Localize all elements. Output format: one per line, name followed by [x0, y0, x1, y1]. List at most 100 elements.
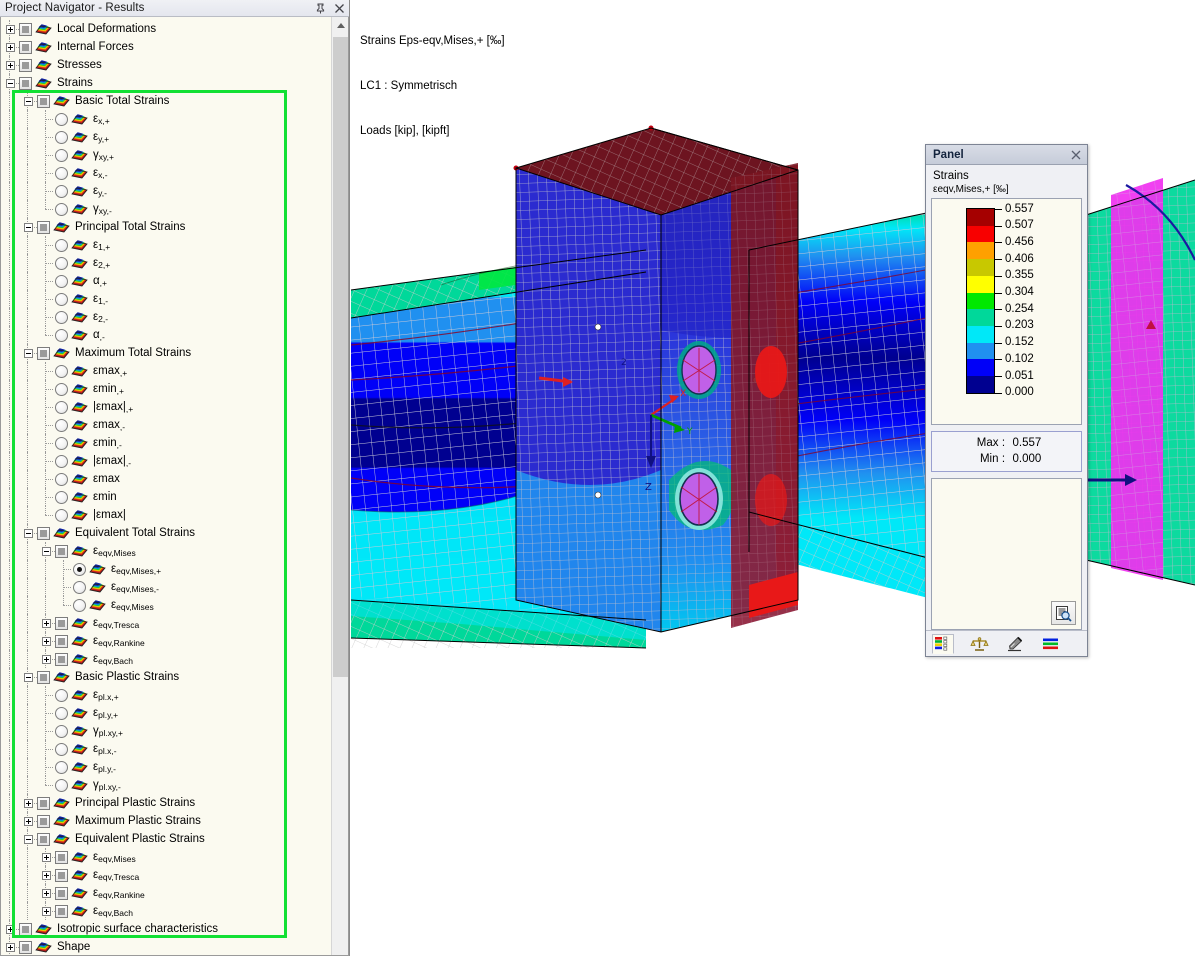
tree-item-eps-x-minus[interactable]: εx,-	[1, 164, 331, 182]
tree-item-eqv-tresca[interactable]: εeqv,Tresca	[1, 614, 331, 632]
tree-item-eqv-mises-minus[interactable]: εeqv,Mises,-	[1, 578, 331, 596]
tree-checkbox-local-deformations[interactable]	[19, 23, 32, 36]
tree-checkbox-pl-eqv-rankine[interactable]	[55, 887, 68, 900]
tree-radio-eps-max-minus[interactable]	[55, 419, 68, 432]
tree-checkbox-principal-plastic-strains[interactable]	[37, 797, 50, 810]
tree-checkbox-isotropic-surface-characteristics[interactable]	[19, 923, 32, 936]
tree-toggle-principal-total-strains[interactable]	[19, 218, 37, 236]
tree-item-gamma-xy-minus[interactable]: γxy,-	[1, 200, 331, 218]
tree-item-eps-ply-plus[interactable]: εpl.y,+	[1, 704, 331, 722]
balance-scale-icon[interactable]	[968, 634, 990, 654]
tree-item-eqv-mises[interactable]: εeqv,Mises	[1, 542, 331, 560]
tree-item-stresses[interactable]: Stresses	[1, 56, 331, 74]
color-scale-icon[interactable]	[932, 634, 954, 654]
tree-toggle-eqv-rankine[interactable]	[37, 632, 55, 650]
tree-item-eps-plx-plus[interactable]: εpl.x,+	[1, 686, 331, 704]
tree-radio-alpha-minus[interactable]	[55, 329, 68, 342]
tree-radio-gamma-plxy-plus[interactable]	[55, 725, 68, 738]
tree-radio-abs-eps-max-plus[interactable]	[55, 401, 68, 414]
tree-radio-eps-y-plus[interactable]	[55, 131, 68, 144]
tree-toggle-pl-eqv-bach[interactable]	[37, 902, 55, 920]
tree-radio-abs-eps-max[interactable]	[55, 509, 68, 522]
tree-checkbox-pl-eqv-mises[interactable]	[55, 851, 68, 864]
tree-checkbox-internal-forces[interactable]	[19, 41, 32, 54]
tree-item-eqv-bach[interactable]: εeqv,Bach	[1, 650, 331, 668]
tree-item-eps-max-minus[interactable]: εmax,-	[1, 416, 331, 434]
tree-item-gamma-xy-plus[interactable]: γxy,+	[1, 146, 331, 164]
tree-toggle-stresses[interactable]	[1, 56, 19, 74]
tree-item-pl-eqv-bach[interactable]: εeqv,Bach	[1, 902, 331, 920]
tree-checkbox-pl-eqv-tresca[interactable]	[55, 869, 68, 882]
tree-item-shape[interactable]: Shape	[1, 938, 331, 955]
tree-toggle-isotropic-surface-characteristics[interactable]	[1, 920, 19, 938]
tree-toggle-equivalent-total-strains[interactable]	[19, 524, 37, 542]
tree-toggle-pl-eqv-mises[interactable]	[37, 848, 55, 866]
tree-radio-eps-x-minus[interactable]	[55, 167, 68, 180]
tree-item-eps-min-plus[interactable]: εmin,+	[1, 380, 331, 398]
results-tree[interactable]: Local DeformationsInternal ForcesStresse…	[1, 17, 331, 955]
tree-item-eps-ply-minus[interactable]: εpl.y,-	[1, 758, 331, 776]
tree-item-equivalent-plastic-strains[interactable]: Equivalent Plastic Strains	[1, 830, 331, 848]
tree-toggle-eqv-mises[interactable]	[37, 542, 55, 560]
tree-toggle-shape[interactable]	[1, 938, 19, 955]
tree-radio-eps-plx-minus[interactable]	[55, 743, 68, 756]
tree-item-strains[interactable]: Strains	[1, 74, 331, 92]
tree-radio-eps-min-plus[interactable]	[55, 383, 68, 396]
panel-titlebar[interactable]: Panel	[926, 145, 1087, 165]
tree-radio-eps-ply-plus[interactable]	[55, 707, 68, 720]
tree-item-internal-forces[interactable]: Internal Forces	[1, 38, 331, 56]
results-panel[interactable]: Panel Strains εeqv,Mises,+ [‰] 0.5570.50…	[925, 144, 1088, 657]
tree-checkbox-maximum-total-strains[interactable]	[37, 347, 50, 360]
tree-radio-eps-2-plus[interactable]	[55, 257, 68, 270]
tree-radio-eps-2-minus[interactable]	[55, 311, 68, 324]
tree-checkbox-basic-plastic-strains[interactable]	[37, 671, 50, 684]
tree-item-maximum-total-strains[interactable]: Maximum Total Strains	[1, 344, 331, 362]
tree-radio-gamma-xy-plus[interactable]	[55, 149, 68, 162]
tree-radio-eps-max-plus[interactable]	[55, 365, 68, 378]
tree-radio-eps-1-minus[interactable]	[55, 293, 68, 306]
tree-item-gamma-plxy-minus[interactable]: γpl.xy,-	[1, 776, 331, 794]
tree-checkbox-basic-total-strains[interactable]	[37, 95, 50, 108]
tree-item-eps-max[interactable]: εmax	[1, 470, 331, 488]
tree-item-basic-plastic-strains[interactable]: Basic Plastic Strains	[1, 668, 331, 686]
color-bars-icon[interactable]	[1040, 634, 1062, 654]
tree-item-eps-y-minus[interactable]: εy,-	[1, 182, 331, 200]
tree-toggle-internal-forces[interactable]	[1, 38, 19, 56]
tree-toggle-pl-eqv-rankine[interactable]	[37, 884, 55, 902]
navigator-scrollbar[interactable]	[331, 17, 348, 955]
tree-radio-eps-min-minus[interactable]	[55, 437, 68, 450]
tree-item-eps-min-minus[interactable]: εmin,-	[1, 434, 331, 452]
tree-toggle-basic-total-strains[interactable]	[19, 92, 37, 110]
tree-radio-eps-min[interactable]	[55, 491, 68, 504]
tree-checkbox-equivalent-plastic-strains[interactable]	[37, 833, 50, 846]
tree-toggle-maximum-total-strains[interactable]	[19, 344, 37, 362]
tree-item-eps-2-minus[interactable]: ε2,-	[1, 308, 331, 326]
tree-toggle-strains[interactable]	[1, 74, 19, 92]
tree-item-pl-eqv-mises[interactable]: εeqv,Mises	[1, 848, 331, 866]
tree-item-eps-plx-minus[interactable]: εpl.x,-	[1, 740, 331, 758]
tree-radio-eps-ply-minus[interactable]	[55, 761, 68, 774]
tree-item-maximum-plastic-strains[interactable]: Maximum Plastic Strains	[1, 812, 331, 830]
tree-toggle-principal-plastic-strains[interactable]	[19, 794, 37, 812]
tree-item-pl-eqv-rankine[interactable]: εeqv,Rankine	[1, 884, 331, 902]
tree-radio-eqv-mises-plus[interactable]	[73, 563, 86, 576]
close-icon[interactable]	[1069, 148, 1083, 162]
panel-tab-bar[interactable]	[926, 630, 1087, 656]
tree-item-principal-plastic-strains[interactable]: Principal Plastic Strains	[1, 794, 331, 812]
tree-radio-eps-max[interactable]	[55, 473, 68, 486]
tree-item-eps-1-plus[interactable]: ε1,+	[1, 236, 331, 254]
tree-radio-gamma-xy-minus[interactable]	[55, 203, 68, 216]
tree-item-eqv-rankine[interactable]: εeqv,Rankine	[1, 632, 331, 650]
tree-checkbox-strains[interactable]	[19, 77, 32, 90]
tree-toggle-eqv-tresca[interactable]	[37, 614, 55, 632]
tree-checkbox-equivalent-total-strains[interactable]	[37, 527, 50, 540]
color-legend[interactable]: 0.5570.5070.4560.4060.3550.3040.2540.203…	[931, 198, 1082, 425]
tree-radio-gamma-plxy-minus[interactable]	[55, 779, 68, 792]
document-magnifier-icon[interactable]	[1051, 601, 1076, 625]
tree-item-basic-total-strains[interactable]: Basic Total Strains	[1, 92, 331, 110]
tree-radio-alpha-plus[interactable]	[55, 275, 68, 288]
tree-toggle-local-deformations[interactable]	[1, 20, 19, 38]
scroll-up-button[interactable]	[332, 17, 349, 34]
tree-checkbox-eqv-bach[interactable]	[55, 653, 68, 666]
tree-item-eps-y-plus[interactable]: εy,+	[1, 128, 331, 146]
